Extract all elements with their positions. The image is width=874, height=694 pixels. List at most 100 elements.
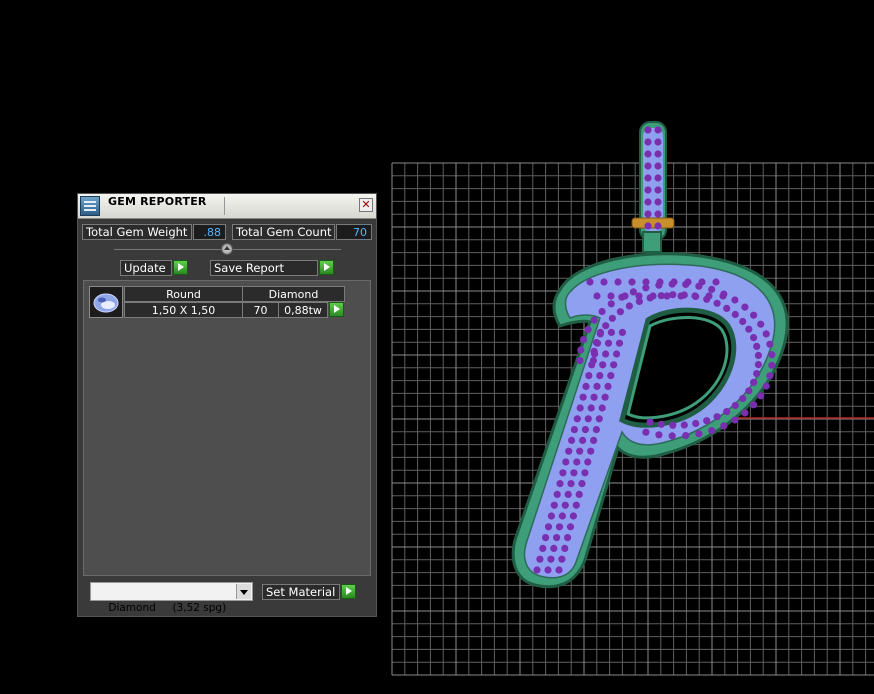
gem-dot bbox=[564, 490, 572, 498]
gem-dot bbox=[579, 436, 587, 444]
gem-dot bbox=[567, 480, 575, 488]
gem-dot bbox=[654, 162, 662, 170]
gem-dot bbox=[585, 372, 593, 380]
total-gem-count-value: 70 bbox=[336, 224, 372, 240]
save-report-play-icon[interactable] bbox=[319, 260, 334, 275]
gem-dot bbox=[558, 555, 566, 563]
gem-dot bbox=[604, 382, 612, 390]
gem-dot bbox=[753, 342, 761, 350]
gem-dot bbox=[573, 415, 581, 423]
gem-dot bbox=[642, 428, 650, 436]
collapse-splitter-icon[interactable] bbox=[221, 243, 233, 255]
gem-dot bbox=[572, 501, 580, 509]
gem-dot bbox=[644, 162, 652, 170]
gem-dot bbox=[698, 278, 706, 286]
gem-dot bbox=[584, 458, 592, 466]
gem-dot bbox=[539, 544, 547, 553]
gem-dot bbox=[569, 512, 578, 520]
save-report-button[interactable]: Save Report bbox=[210, 260, 318, 276]
gem-dot bbox=[739, 394, 747, 403]
gem-dot bbox=[607, 300, 615, 308]
gem-dot bbox=[598, 307, 606, 316]
gem-dot bbox=[599, 361, 607, 369]
gem-dot bbox=[590, 347, 598, 355]
gem-dot bbox=[682, 432, 690, 440]
gem-dot bbox=[654, 186, 662, 194]
gem-dot bbox=[750, 378, 758, 386]
gem-dot bbox=[578, 480, 586, 488]
gem-dot bbox=[625, 302, 634, 310]
gem-dot bbox=[644, 174, 652, 182]
gem-dot bbox=[720, 422, 728, 430]
update-play-icon[interactable] bbox=[173, 260, 188, 275]
gem-dot bbox=[731, 401, 739, 410]
gem-dot bbox=[589, 356, 598, 365]
gem-dot bbox=[542, 534, 550, 542]
gem-dot bbox=[621, 292, 629, 300]
gem-weight-cell: 0,88tw bbox=[278, 302, 328, 318]
gem-dot bbox=[550, 544, 558, 553]
gem-dot bbox=[754, 361, 763, 369]
gem-dot bbox=[533, 566, 541, 574]
gem-dot bbox=[723, 408, 731, 416]
gem-dot bbox=[628, 278, 636, 286]
gem-material-cell: Diamond bbox=[242, 286, 345, 302]
gem-dot bbox=[644, 210, 652, 218]
gem-dot bbox=[575, 490, 583, 498]
gem-dot bbox=[584, 415, 592, 423]
set-material-button[interactable]: Set Material bbox=[262, 584, 340, 600]
panel-title: GEM REPORTER bbox=[108, 195, 207, 208]
gem-dot bbox=[581, 469, 589, 477]
gem-dot bbox=[649, 292, 657, 300]
chevron-down-icon[interactable] bbox=[236, 584, 251, 599]
gem-dot bbox=[745, 325, 753, 333]
gem-dot bbox=[607, 372, 615, 380]
gem-dot bbox=[654, 210, 662, 218]
gem-dot bbox=[607, 292, 615, 300]
gem-dot bbox=[593, 382, 601, 390]
gem-dot bbox=[596, 372, 604, 380]
gem-dot bbox=[654, 138, 662, 146]
gem-dot bbox=[741, 409, 749, 417]
gem-dot bbox=[655, 431, 663, 439]
gem-dot bbox=[753, 370, 761, 378]
gem-dot bbox=[553, 490, 561, 498]
gem-dot bbox=[561, 501, 569, 509]
gem-dot bbox=[602, 322, 610, 330]
gem-dot bbox=[555, 566, 563, 574]
gem-dot bbox=[708, 285, 716, 293]
gem-dot bbox=[576, 447, 584, 455]
pendant-bail[interactable] bbox=[631, 121, 675, 253]
gem-dot bbox=[731, 296, 739, 304]
gem-dot bbox=[610, 361, 618, 369]
close-icon[interactable]: ✕ bbox=[359, 198, 373, 212]
gem-dot bbox=[692, 419, 700, 428]
total-gem-count-label: Total Gem Count bbox=[232, 224, 335, 240]
set-material-play-icon[interactable] bbox=[341, 584, 356, 599]
gem-dot bbox=[644, 186, 652, 194]
total-gem-weight-value: .88 bbox=[193, 224, 226, 240]
gem-count-cell: 70 bbox=[242, 302, 279, 318]
gem-dot bbox=[576, 404, 584, 412]
gem-dot bbox=[695, 430, 703, 438]
gem-dot bbox=[579, 393, 587, 401]
gem-dot bbox=[562, 458, 570, 466]
gem-dot bbox=[750, 401, 758, 409]
gem-dot bbox=[547, 555, 555, 563]
gem-dot bbox=[592, 338, 601, 347]
gem-dot bbox=[644, 198, 652, 206]
gem-dot bbox=[754, 351, 763, 359]
gem-dot bbox=[602, 350, 610, 358]
gem-dot bbox=[654, 174, 662, 182]
gem-dot bbox=[684, 278, 692, 286]
panel-titlebar[interactable]: GEM REPORTER ✕ bbox=[78, 194, 376, 219]
material-select[interactable]: Diamond (3,52 spg) bbox=[90, 582, 253, 614]
gem-dot bbox=[663, 292, 671, 300]
gem-dot bbox=[644, 126, 652, 134]
update-button[interactable]: Update bbox=[120, 260, 172, 276]
gem-dot bbox=[566, 523, 575, 531]
gem-dot bbox=[739, 317, 747, 326]
gem-dot bbox=[607, 328, 616, 336]
gem-row-play-icon[interactable] bbox=[329, 302, 344, 317]
gem-dot bbox=[668, 432, 676, 440]
